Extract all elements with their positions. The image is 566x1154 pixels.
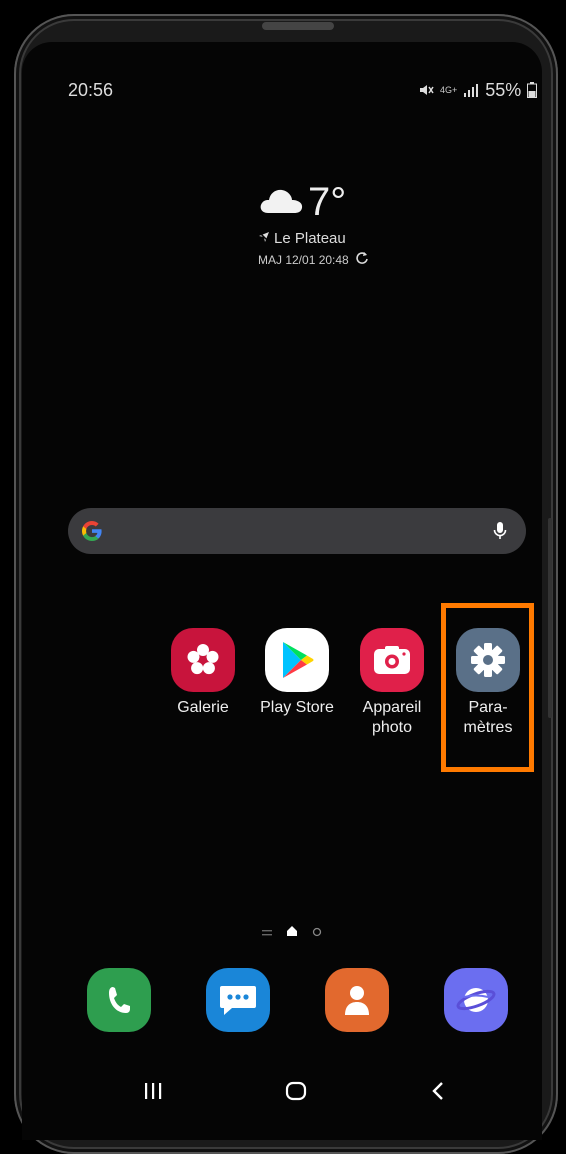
app-label-appareil-photo: Appareil photo: [347, 698, 437, 738]
page-indicator-dot-icon: [312, 924, 322, 942]
microphone-icon[interactable]: [492, 520, 508, 542]
weather-location: Le Plateau: [274, 230, 346, 247]
app-label-line2: photo: [371, 719, 413, 736]
status-time: 20:56: [68, 80, 114, 100]
contacts-icon[interactable]: [325, 968, 389, 1032]
play-store-icon: [265, 628, 329, 692]
messages-icon[interactable]: [206, 968, 270, 1032]
mute-icon: [418, 82, 434, 98]
location-off-icon: [258, 230, 270, 247]
app-label-line1: Appareil: [362, 699, 422, 716]
weather-temperature: 7°: [308, 180, 347, 224]
battery-icon: [527, 82, 538, 98]
refresh-icon[interactable]: [355, 251, 369, 268]
back-button[interactable]: [418, 1076, 458, 1106]
page-indicator-list-icon: [262, 924, 272, 942]
phone-icon[interactable]: [87, 968, 151, 1032]
google-search-bar[interactable]: [68, 508, 526, 554]
camera-icon: [360, 628, 424, 692]
page-indicator[interactable]: [262, 924, 322, 942]
side-scroll-indicator: [548, 518, 552, 718]
app-galerie[interactable]: Galerie: [158, 628, 248, 718]
app-label-play-store: Play Store: [260, 699, 334, 716]
battery-percentage: 55%: [485, 79, 522, 100]
google-logo-icon: [80, 519, 104, 543]
network-type-label: 4G+: [440, 84, 458, 95]
home-button[interactable]: [276, 1076, 316, 1106]
status-icons: 4G+ 55%: [418, 79, 538, 100]
highlight-box: [441, 603, 534, 772]
phone-speaker: [262, 22, 334, 30]
flower-icon: [171, 628, 235, 692]
signal-icon: [463, 83, 479, 97]
cloud-icon: [258, 185, 304, 220]
page-indicator-home-icon: [286, 924, 298, 942]
internet-icon[interactable]: [444, 968, 508, 1032]
weather-updated: MAJ 12/01 20:48: [258, 252, 349, 267]
weather-widget[interactable]: 7° Le Plateau MAJ 12/01 20:48: [258, 180, 418, 268]
app-play-store[interactable]: Play Store: [252, 628, 342, 718]
recent-apps-button[interactable]: [133, 1076, 173, 1106]
app-appareil-photo[interactable]: Appareil photo: [347, 628, 437, 738]
app-label-galerie: Galerie: [177, 699, 229, 716]
